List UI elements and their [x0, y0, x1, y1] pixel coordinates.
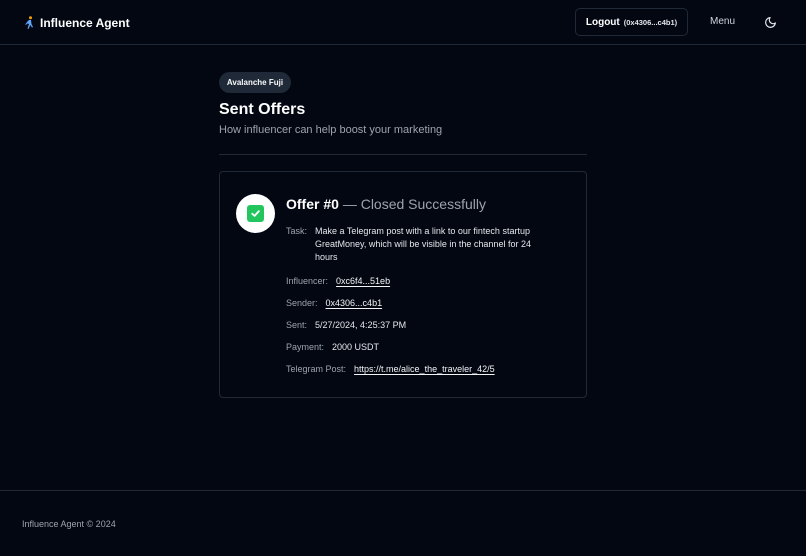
section-divider: [219, 154, 587, 155]
top-navbar: Influence Agent Logout (0x4306...c4b1) M…: [0, 0, 806, 45]
task-value: Make a Telegram post with a link to our …: [315, 226, 531, 262]
check-square-icon: [247, 205, 264, 222]
page-title: Sent Offers: [219, 101, 306, 118]
telegram-post-link[interactable]: https://t.me/alice_the_traveler_42/5: [354, 363, 495, 376]
footer: Influence Agent © 2024: [0, 490, 806, 556]
sender-address-link[interactable]: 0x4306...c4b1: [326, 297, 383, 310]
logout-button[interactable]: Logout (0x4306...c4b1): [575, 8, 688, 36]
sender-row: Sender: 0x4306...c4b1: [286, 297, 382, 310]
network-badge: Avalanche Fuji: [219, 72, 291, 93]
page-subtitle: How influencer can help boost your marke…: [219, 124, 443, 136]
logout-label: Logout: [585, 16, 620, 28]
influencer-label: Influencer:: [286, 276, 329, 286]
influencer-address-link[interactable]: 0xc6f4...51eb: [336, 275, 390, 288]
menu-button[interactable]: Menu: [710, 16, 735, 27]
offer-status: — Closed Successfully: [342, 196, 486, 212]
offer-card: Offer #0 — Closed Successfully Task: Mak…: [219, 171, 587, 398]
task-row: Task: Make a Telegram post with a link t…: [286, 225, 555, 264]
brand-logo-link[interactable]: Influence Agent: [24, 15, 130, 31]
offer-name: Offer #0: [286, 196, 339, 212]
telegram-row: Telegram Post: https://t.me/alice_the_tr…: [286, 363, 495, 376]
sent-date: 5/27/2024, 4:25:37 PM: [315, 320, 407, 330]
telegram-label: Telegram Post:: [286, 364, 347, 374]
payment-row: Payment: 2000 USDT: [286, 341, 379, 354]
wallet-address: (0x4306...c4b1): [623, 17, 678, 27]
payment-amount: 2000 USDT: [332, 342, 380, 352]
offer-heading: Offer #0 — Closed Successfully: [286, 196, 486, 212]
theme-toggle-button[interactable]: [762, 14, 778, 30]
sent-label: Sent:: [286, 320, 308, 330]
brand-name: Influence Agent: [40, 16, 130, 30]
influencer-row: Influencer: 0xc6f4...51eb: [286, 275, 390, 288]
running-person-icon: [25, 16, 33, 29]
sent-row: Sent: 5/27/2024, 4:25:37 PM: [286, 319, 406, 332]
footer-copyright: Influence Agent © 2024: [22, 519, 116, 529]
payment-label: Payment:: [286, 342, 325, 352]
status-icon-circle: [236, 194, 275, 233]
task-label: Task:: [286, 226, 308, 236]
moon-icon: [764, 16, 776, 28]
sender-label: Sender:: [286, 298, 318, 308]
